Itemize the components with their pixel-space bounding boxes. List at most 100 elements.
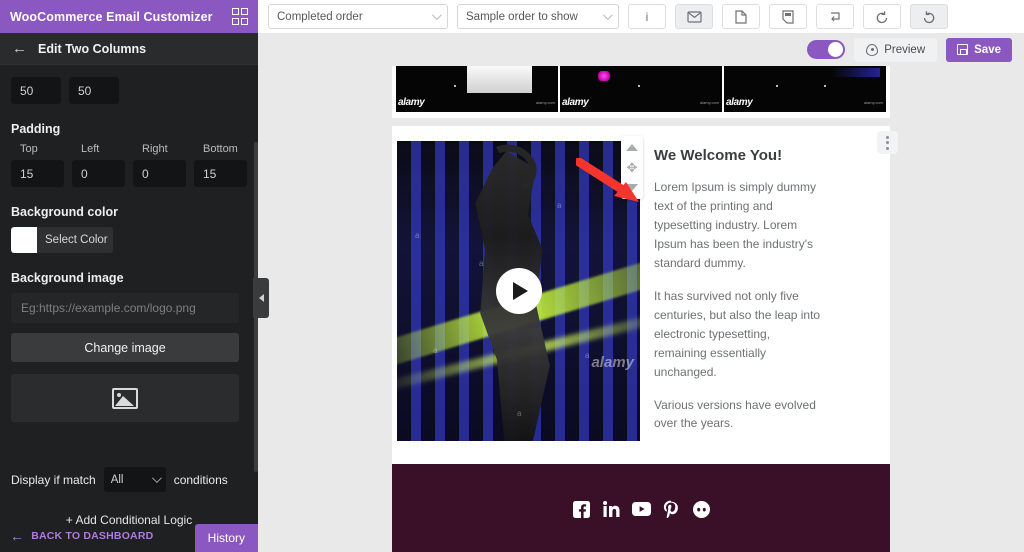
red-arrow-annotation [576, 158, 639, 202]
email-type-select[interactable]: Completed order [268, 4, 448, 29]
save-button[interactable]: Save [946, 37, 1012, 62]
padding-top-group: Top [11, 143, 64, 187]
padding-bottom-label: Bottom [203, 143, 238, 155]
text-column: We Welcome You! Lorem Ipsum is simply du… [640, 131, 898, 441]
padding-bottom-input[interactable] [194, 160, 247, 187]
chevron-left-icon [258, 294, 264, 302]
preview-button[interactable]: Preview [854, 37, 938, 62]
watermark-letter: a [585, 351, 590, 360]
undo-step-icon[interactable] [816, 4, 854, 29]
padding-left-input[interactable] [72, 160, 125, 187]
facebook-icon[interactable] [572, 500, 591, 519]
thumbnail-image[interactable]: alamy alamy.com [724, 66, 886, 112]
conditions-match-select[interactable]: All [103, 467, 166, 492]
undo-icon[interactable] [863, 4, 901, 29]
image-placeholder-icon [112, 387, 138, 409]
color-swatch [11, 227, 37, 253]
back-to-dashboard-label: BACK TO DASHBOARD [31, 530, 154, 542]
column-width-row [11, 77, 247, 104]
padding-label: Padding [11, 122, 61, 136]
more-options-icon[interactable] [877, 131, 898, 154]
padding-right-group: Right [133, 143, 186, 187]
eye-icon [866, 43, 879, 56]
sidebar-footer: ← BACK TO DASHBOARD History [0, 520, 258, 552]
watermark-letter: a [479, 259, 484, 268]
redo-icon[interactable] [910, 4, 948, 29]
padding-left-group: Left [72, 143, 125, 187]
padding-fields: Top Left Right Bottom [11, 143, 247, 187]
conditions-match-value: All [110, 473, 124, 486]
panel-title: Edit Two Columns [38, 41, 147, 56]
media-watermark: alamy [591, 354, 634, 371]
watermark-credit: alamy.com [699, 100, 719, 105]
padding-right-label: Right [142, 143, 168, 155]
settings-sidebar: WooCommerce Email Customizer ← Edit Two … [0, 0, 258, 552]
padding-top-input[interactable] [11, 160, 64, 187]
main-area: Completed order Sample order to show i P… [258, 0, 1024, 552]
chevron-down-icon [431, 10, 442, 21]
select-color-button[interactable]: Select Color [11, 227, 113, 253]
body-paragraph: Various versions have evolved over the y… [654, 397, 816, 431]
youtube-icon[interactable] [631, 500, 651, 519]
email-type-value: Completed order [277, 10, 363, 23]
linkedin-icon[interactable] [602, 500, 621, 519]
display-if-match-label: Display if match [11, 472, 96, 487]
sidebar-body: Padding Top Left Right Bottom [0, 77, 258, 552]
sample-order-value: Sample order to show [466, 10, 578, 23]
padding-left-label: Left [81, 143, 100, 155]
floppy-icon [957, 44, 969, 55]
thumbnail-image[interactable]: alamy alamy.com [396, 66, 558, 112]
chevron-down-icon [602, 10, 613, 21]
save-label: Save [974, 43, 1001, 56]
padding-bottom-group: Bottom [194, 143, 247, 187]
watermark-letter: a [557, 201, 562, 210]
body-paragraph: Lorem Ipsum is simply dummy text of the … [654, 180, 817, 270]
pinterest-icon[interactable] [662, 500, 681, 519]
action-toolbar: Preview Save [258, 33, 1024, 66]
discord-icon[interactable] [692, 500, 711, 519]
watermark-label: alamy [726, 97, 753, 108]
grid-icon[interactable] [231, 8, 248, 25]
app-title: WooCommerce Email Customizer [10, 9, 213, 24]
template-icon[interactable] [769, 4, 807, 29]
image-row-block[interactable]: alamy alamy.com alamy alamy.com alamy al… [392, 66, 890, 118]
image-dropzone[interactable] [11, 374, 239, 422]
watermark-letter: a [433, 346, 438, 355]
history-button[interactable]: History [194, 524, 258, 552]
background-color-label: Background color [11, 205, 118, 219]
responsive-toggle[interactable] [807, 40, 846, 59]
watermark-label: alamy [562, 97, 589, 108]
thumbnail-image[interactable]: alamy alamy.com [560, 66, 722, 112]
back-to-dashboard-link[interactable]: ← BACK TO DASHBOARD [10, 529, 153, 543]
background-image-url-input[interactable] [11, 293, 239, 323]
conditions-suffix-label: conditions [173, 472, 228, 487]
envelope-icon[interactable] [675, 4, 713, 29]
padding-right-input[interactable] [133, 160, 186, 187]
app-root: WooCommerce Email Customizer ← Edit Two … [0, 0, 1024, 552]
arrow-left-icon[interactable]: ← [12, 41, 27, 56]
watermark-label: alamy [398, 97, 425, 108]
watermark-letter: a [415, 231, 420, 240]
page-icon[interactable] [722, 4, 760, 29]
info-icon[interactable]: i [628, 4, 666, 29]
chevron-down-icon [151, 473, 162, 484]
column-width-1-input[interactable] [11, 77, 61, 104]
email-canvas: ✥ alamy alamy.com alamy alamy.com alamy … [258, 66, 1024, 552]
social-footer-block[interactable] [392, 464, 890, 552]
toggle-knob [828, 42, 844, 57]
welcome-heading: We Welcome You! [654, 147, 783, 164]
triangle-up-icon[interactable] [626, 144, 638, 151]
background-image-label: Background image [11, 271, 124, 285]
play-button-icon[interactable] [495, 268, 542, 314]
padding-top-label: Top [20, 143, 38, 155]
change-image-button[interactable]: Change image [11, 333, 239, 362]
watermark-credit: alamy.com [863, 100, 883, 105]
sidebar-collapse-toggle[interactable] [253, 278, 269, 318]
arrow-left-icon-footer: ← [10, 528, 25, 544]
preview-label: Preview [884, 43, 926, 56]
panel-header: ← Edit Two Columns [0, 33, 258, 65]
column-width-2-input[interactable] [69, 77, 119, 104]
select-color-label: Select Color [45, 234, 108, 246]
sample-order-select[interactable]: Sample order to show [457, 4, 619, 29]
sidebar-header: WooCommerce Email Customizer [0, 0, 258, 33]
